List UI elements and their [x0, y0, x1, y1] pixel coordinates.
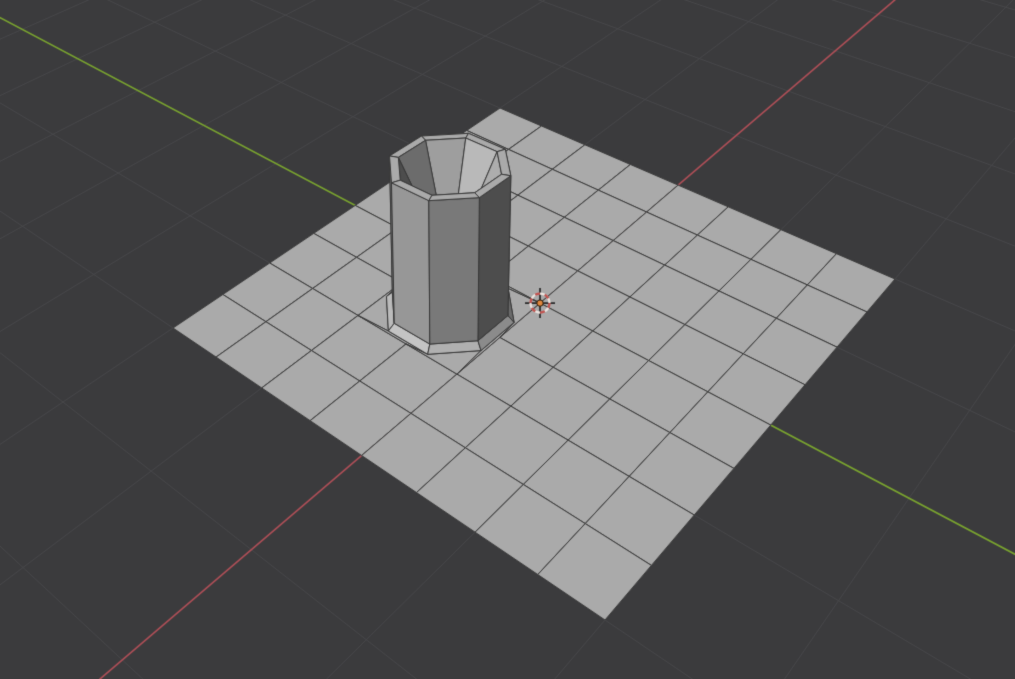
viewport-canvas[interactable] — [0, 0, 1015, 679]
blender-3d-viewport — [0, 0, 1015, 679]
